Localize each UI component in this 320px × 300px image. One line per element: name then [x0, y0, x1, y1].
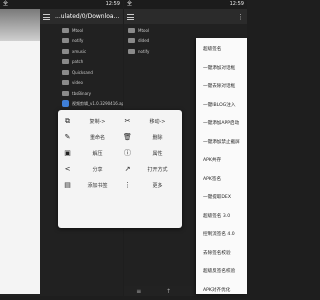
- menu-item-icon: ▤: [62, 181, 73, 189]
- context-menu-item[interactable]: ▣ 解压: [62, 145, 118, 161]
- tools-menu-item[interactable]: 一键添加禁止截屏: [196, 134, 247, 153]
- menu-item-label: 复制->: [77, 118, 118, 125]
- path-title: ...ulated/0/Downloads: [55, 13, 120, 20]
- tools-menu-item[interactable]: 控制流签名 4.0: [196, 226, 247, 245]
- file-row[interactable]: video: [62, 78, 123, 89]
- file-name: dlded: [138, 38, 149, 43]
- menu-item-label: 移动->: [137, 118, 178, 125]
- overflow-menu-icon[interactable]: ⋮: [237, 13, 244, 21]
- file-row[interactable]: patch: [62, 57, 123, 68]
- tools-menu-item[interactable]: APK对齐优化: [196, 282, 247, 300]
- menu-item-icon: ✂: [122, 117, 133, 125]
- menu-item-icon: ▣: [62, 149, 73, 157]
- hamburger-menu-icon[interactable]: [43, 14, 50, 20]
- context-menu-item[interactable]: ▤ 添加书签: [62, 177, 118, 193]
- menu-item-icon: ⧉: [62, 117, 73, 126]
- status-bar: 全 12:59: [0, 0, 123, 9]
- folder-icon: [62, 80, 69, 85]
- up-arrow-icon[interactable]: ↑: [166, 288, 171, 295]
- context-menu-item[interactable]: < 分享: [62, 161, 118, 177]
- list-icon[interactable]: ≡: [136, 288, 141, 295]
- tools-menu-item[interactable]: 一键IBLOG注入: [196, 97, 247, 116]
- tools-menu-item[interactable]: APK签名: [196, 171, 247, 190]
- menu-item-label: 解压: [77, 150, 118, 157]
- tools-menu-item[interactable]: 去除签名校验: [196, 245, 247, 264]
- status-bar: 全 12:59: [124, 0, 247, 9]
- menu-item-icon: ✎: [62, 133, 73, 141]
- folder-icon: [62, 91, 69, 96]
- file-row[interactable]: 视频剪辑_v1.0.3290416.apk: [62, 99, 123, 110]
- tools-menu-item[interactable]: 一键提取DEX: [196, 189, 247, 208]
- folder-icon: [62, 28, 69, 33]
- file-row[interactable]: xmusic: [62, 46, 123, 57]
- tools-menu-item[interactable]: 超级签名 3.0: [196, 208, 247, 227]
- clock-text: 12:59: [230, 0, 244, 9]
- side-photo: [0, 9, 40, 294]
- folder-icon: [62, 38, 69, 43]
- folder-icon: [62, 70, 69, 75]
- file-name: xmusic: [72, 49, 86, 54]
- left-app-bar: ...ulated/0/Downloads: [40, 9, 123, 24]
- file-row[interactable]: tbsBinary: [62, 88, 123, 99]
- menu-item-label: 属性: [137, 150, 178, 157]
- menu-item-icon: ⋮: [122, 181, 133, 189]
- menu-item-icon: <: [62, 165, 73, 173]
- tools-dropdown-menu: 超级签名一键添加对话框一键去除对话框一键IBLOG注入一键添加APP启动一键添加…: [196, 38, 247, 294]
- context-menu-item[interactable]: ✂ 移动->: [122, 113, 178, 129]
- tools-menu-item[interactable]: 一键添加对话框: [196, 60, 247, 79]
- menu-item-icon: ⓘ: [122, 148, 133, 158]
- file-name: video: [72, 80, 83, 85]
- file-row[interactable]: Mtool: [128, 25, 247, 36]
- menu-item-icon: 🗑: [122, 133, 133, 141]
- menu-item-label: 删除: [137, 134, 178, 141]
- file-name: notify: [138, 49, 149, 54]
- menu-item-label: 打开方式: [137, 166, 178, 173]
- context-menu-item[interactable]: ↗ 打开方式: [122, 161, 178, 177]
- folder-icon: [128, 38, 135, 43]
- tools-menu-item[interactable]: 超级签名: [196, 41, 247, 60]
- hamburger-menu-icon[interactable]: [127, 14, 134, 20]
- context-menu-item[interactable]: ✎ 重命名: [62, 129, 118, 145]
- menu-item-label: 分享: [77, 166, 118, 173]
- tools-menu-item[interactable]: 超级反签名校验: [196, 263, 247, 282]
- folder-icon: [62, 49, 69, 54]
- context-menu-item[interactable]: ⓘ 属性: [122, 145, 178, 161]
- carrier-text: 全: [3, 0, 8, 9]
- right-app-bar: ⋮: [124, 9, 247, 24]
- file-name: 视频剪辑_v1.0.3290416.apk: [72, 101, 123, 107]
- clock-text: 12:59: [106, 0, 120, 9]
- folder-icon: [62, 59, 69, 64]
- file-name: patch: [72, 59, 83, 64]
- folder-icon: [128, 28, 135, 33]
- folder-icon: [128, 49, 135, 54]
- menu-item-label: 重命名: [77, 134, 118, 141]
- file-name: Mtool: [138, 28, 149, 33]
- file-row[interactable]: Quicksand: [62, 67, 123, 78]
- file-name: notify: [72, 38, 83, 43]
- file-name: tbsBinary: [72, 91, 91, 96]
- tools-menu-item[interactable]: 一键去除对话框: [196, 78, 247, 97]
- file-name: Quicksand: [72, 70, 93, 75]
- file-row[interactable]: Mtool: [62, 25, 123, 36]
- menu-item-label: 更多: [137, 182, 178, 189]
- file-row[interactable]: notify: [62, 36, 123, 47]
- context-menu-item[interactable]: 🗑 删除: [122, 129, 178, 145]
- menu-item-label: 添加书签: [77, 182, 118, 189]
- apk-icon: [62, 100, 69, 107]
- context-menu-item[interactable]: ⋮ 更多: [122, 177, 178, 193]
- menu-item-icon: ↗: [122, 165, 133, 173]
- context-menu-item[interactable]: ⧉ 复制->: [62, 113, 118, 129]
- file-context-menu: ⧉ 复制-> ✂ 移动-> ✎ 重命名 🗑 删除 ▣ 解压 ⓘ 属性 < 分享 ↗ 打开方式 ▤ 添加书签 ⋮ 更多: [58, 110, 182, 228]
- tools-menu-item[interactable]: 一键添加APP启动: [196, 115, 247, 134]
- file-name: Mtool: [72, 28, 83, 33]
- tools-menu-item[interactable]: APK共存: [196, 152, 247, 171]
- carrier-text: 全: [127, 0, 132, 9]
